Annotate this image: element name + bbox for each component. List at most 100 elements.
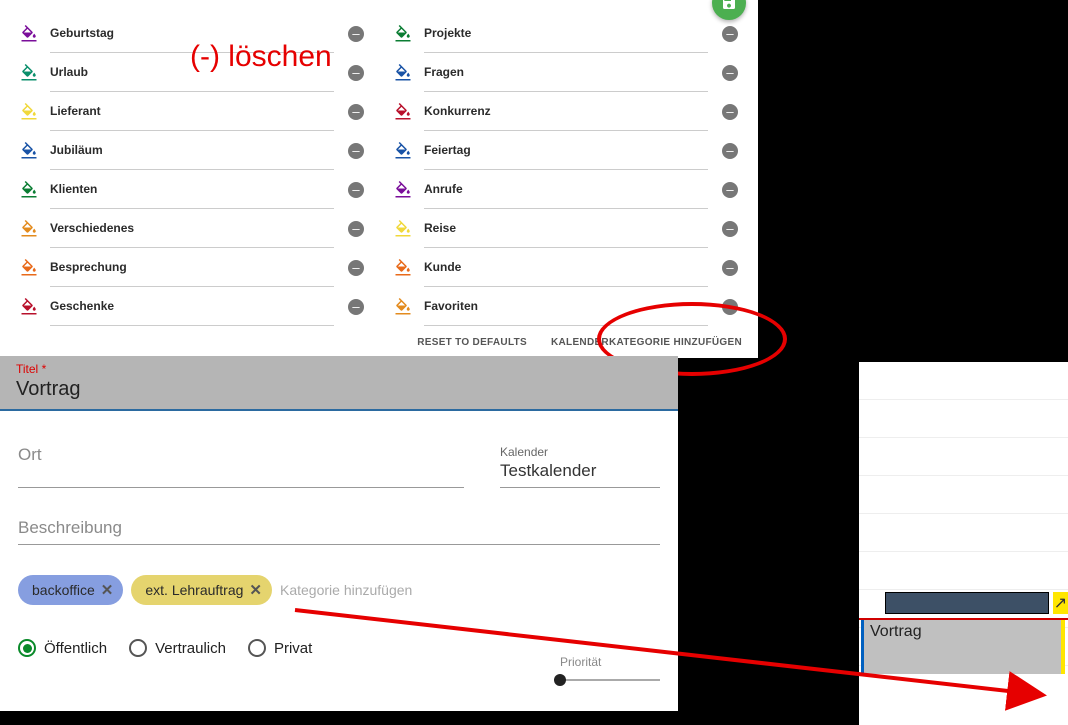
remove-category-button[interactable]: – [708, 299, 738, 315]
category-row[interactable]: Favoriten – [394, 287, 738, 326]
minus-icon: – [348, 221, 364, 237]
bucket-icon [20, 142, 50, 160]
category-row[interactable]: Kunde – [394, 248, 738, 287]
category-row[interactable]: Geschenke – [20, 287, 364, 326]
reset-defaults-button[interactable]: RESET TO DEFAULTS [417, 337, 527, 348]
remove-category-button[interactable]: – [334, 26, 364, 42]
calendar-label: Kalender [500, 445, 660, 459]
category-row[interactable]: Projekte – [394, 14, 738, 53]
minus-icon: – [722, 182, 738, 198]
remove-category-button[interactable]: – [334, 221, 364, 237]
location-placeholder: Ort [18, 445, 464, 465]
bucket-icon [394, 25, 424, 43]
category-label: Fragen [424, 53, 708, 92]
calendar-field[interactable]: Kalender Testkalender [500, 441, 660, 488]
category-row[interactable]: Klienten – [20, 170, 364, 209]
bucket-icon [394, 181, 424, 199]
annotation-delete-label: (-) löschen [190, 40, 332, 74]
description-field[interactable]: Beschreibung [18, 518, 660, 545]
hour-slot[interactable] [859, 400, 1068, 438]
visibility-public[interactable]: Öffentlich [18, 639, 107, 657]
remove-category-button[interactable]: – [334, 182, 364, 198]
remove-category-button[interactable]: – [708, 26, 738, 42]
title-input[interactable] [16, 376, 662, 403]
calendar-value: Testkalender [500, 461, 660, 481]
priority-label: Priorität [560, 655, 660, 669]
minus-icon: – [722, 299, 738, 315]
hour-slot[interactable] [859, 514, 1068, 552]
minus-icon: – [722, 26, 738, 42]
hour-slot[interactable] [859, 438, 1068, 476]
chip-remove-icon[interactable]: ✕ [249, 581, 262, 599]
category-label: Lieferant [50, 92, 334, 131]
minus-icon: – [722, 143, 738, 159]
remove-category-button[interactable]: – [708, 221, 738, 237]
remove-category-button[interactable]: – [334, 299, 364, 315]
hour-slot[interactable] [859, 552, 1068, 590]
radio-label: Privat [274, 640, 312, 657]
hour-slot[interactable] [859, 362, 1068, 400]
remove-category-button[interactable]: – [708, 182, 738, 198]
minus-icon: – [348, 260, 364, 276]
category-label: Favoriten [424, 287, 708, 326]
priority-knob[interactable] [554, 674, 566, 686]
categories-panel: Geburtstag – Urlaub – Lieferant – Jubilä… [0, 0, 758, 358]
external-link-icon[interactable]: ↗ [1053, 592, 1068, 614]
remove-category-button[interactable]: – [334, 143, 364, 159]
calendar-event-label: Vortrag [870, 623, 922, 640]
remove-category-button[interactable]: – [334, 260, 364, 276]
category-label: Projekte [424, 14, 708, 53]
radio-label: Vertraulich [155, 640, 226, 657]
category-row[interactable]: Fragen – [394, 53, 738, 92]
bucket-icon [394, 103, 424, 121]
bucket-icon [394, 220, 424, 238]
category-row[interactable]: Anrufe – [394, 170, 738, 209]
remove-category-button[interactable]: – [708, 143, 738, 159]
category-row[interactable]: Verschiedenes – [20, 209, 364, 248]
minus-icon: – [722, 104, 738, 120]
category-chip-row: backoffice ✕ ext. Lehrauftrag ✕ Kategori… [18, 575, 660, 605]
add-category-placeholder[interactable]: Kategorie hinzufügen [280, 582, 412, 598]
remove-category-button[interactable]: – [708, 260, 738, 276]
bucket-icon [20, 181, 50, 199]
chip-remove-icon[interactable]: ✕ [101, 581, 114, 599]
save-icon [721, 0, 737, 11]
calendar-event-vortrag[interactable]: Vortrag [861, 620, 1065, 674]
bucket-icon [20, 64, 50, 82]
minus-icon: – [348, 182, 364, 198]
category-label: Besprechung [50, 248, 334, 287]
category-row[interactable]: Jubiläum – [20, 131, 364, 170]
bucket-icon [20, 220, 50, 238]
remove-category-button[interactable]: – [334, 65, 364, 81]
title-field-label: Titel * [16, 362, 662, 376]
category-label: Konkurrenz [424, 92, 708, 131]
priority-slider[interactable] [560, 679, 660, 681]
remove-category-button[interactable]: – [708, 65, 738, 81]
category-label: Geschenke [50, 287, 334, 326]
radio-label: Öffentlich [44, 640, 107, 657]
location-field[interactable]: Ort [18, 441, 464, 488]
minus-icon: – [722, 260, 738, 276]
category-label: Klienten [50, 170, 334, 209]
hour-slot[interactable] [859, 476, 1068, 514]
remove-category-button[interactable]: – [708, 104, 738, 120]
minus-icon: – [348, 143, 364, 159]
category-row[interactable]: Konkurrenz – [394, 92, 738, 131]
visibility-private[interactable]: Privat [248, 639, 312, 657]
category-row[interactable]: Lieferant – [20, 92, 364, 131]
category-chip-backoffice[interactable]: backoffice ✕ [18, 575, 123, 605]
calendar-event-redacted[interactable] [885, 592, 1049, 614]
category-row[interactable]: Besprechung – [20, 248, 364, 287]
bucket-icon [394, 142, 424, 160]
category-row[interactable]: Feiertag – [394, 131, 738, 170]
event-form: Titel * Ort Kalender Testkalender Beschr… [0, 356, 678, 711]
category-column-right: Projekte – Fragen – Konkurrenz – Feierta… [394, 14, 738, 326]
remove-category-button[interactable]: – [334, 104, 364, 120]
category-label: Reise [424, 209, 708, 248]
calendar-day-column: ↗ Vortrag [859, 362, 1068, 725]
category-row[interactable]: Reise – [394, 209, 738, 248]
visibility-confidential[interactable]: Vertraulich [129, 639, 226, 657]
bucket-icon [394, 64, 424, 82]
category-chip-lehrauftrag[interactable]: ext. Lehrauftrag ✕ [131, 575, 272, 605]
add-category-button[interactable]: KALENDERKATEGORIE HINZUFÜGEN [551, 337, 742, 348]
